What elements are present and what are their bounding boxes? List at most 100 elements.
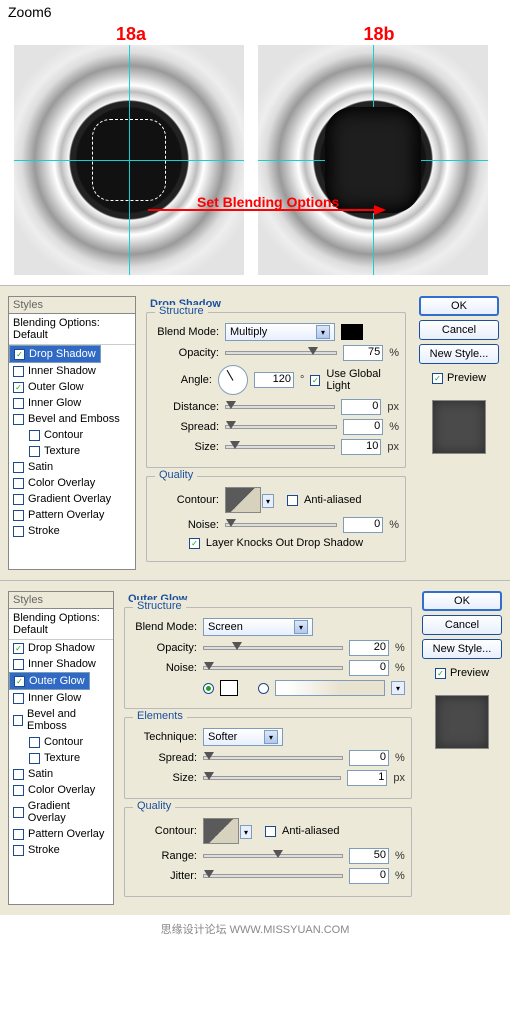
- checkbox[interactable]: ✓: [310, 375, 320, 386]
- checkbox[interactable]: [13, 526, 24, 537]
- checkbox[interactable]: [13, 478, 24, 489]
- styles-header[interactable]: Styles: [9, 297, 135, 314]
- style-item-pattern-overlay[interactable]: Pattern Overlay: [9, 826, 113, 842]
- style-item-drop-shadow[interactable]: ✓Drop Shadow: [9, 640, 113, 656]
- blend-mode-select[interactable]: Multiply▾: [225, 323, 335, 341]
- number-input[interactable]: 75: [343, 345, 383, 361]
- style-item-stroke[interactable]: Stroke: [9, 523, 135, 539]
- style-item-stroke[interactable]: Stroke: [9, 842, 113, 858]
- checkbox[interactable]: ✓: [435, 668, 446, 679]
- checkbox[interactable]: [13, 807, 24, 818]
- slider[interactable]: [225, 405, 335, 409]
- slider[interactable]: [225, 425, 337, 429]
- slider[interactable]: [203, 776, 341, 780]
- checkbox[interactable]: [29, 446, 40, 457]
- style-label: Bevel and Emboss: [28, 413, 120, 425]
- checkbox[interactable]: [13, 693, 24, 704]
- style-item-contour[interactable]: Contour: [9, 734, 113, 750]
- slider[interactable]: [203, 874, 343, 878]
- style-item-inner-glow[interactable]: Inner Glow: [9, 395, 135, 411]
- checkbox[interactable]: [13, 398, 24, 409]
- checkbox[interactable]: [13, 769, 24, 780]
- slider[interactable]: [225, 523, 337, 527]
- number-input[interactable]: 0: [341, 399, 381, 415]
- style-item-satin[interactable]: Satin: [9, 459, 135, 475]
- style-item-outer-glow[interactable]: ✓Outer Glow: [9, 379, 135, 395]
- style-item-outer-glow[interactable]: ✓Outer Glow: [9, 672, 90, 690]
- number-input[interactable]: 50: [349, 848, 389, 864]
- color-radio[interactable]: [203, 683, 214, 694]
- style-item-bevel-and-emboss[interactable]: Bevel and Emboss: [9, 411, 135, 427]
- checkbox[interactable]: [287, 495, 298, 506]
- styles-header[interactable]: Styles: [9, 592, 113, 609]
- glow-color-swatch[interactable]: [220, 680, 238, 696]
- gradient-radio[interactable]: [258, 683, 269, 694]
- blending-options-row[interactable]: Blending Options: Default: [9, 314, 135, 345]
- checkbox[interactable]: ✓: [432, 373, 443, 384]
- style-item-inner-shadow[interactable]: Inner Shadow: [9, 363, 135, 379]
- number-input[interactable]: 120: [254, 372, 294, 388]
- number-input[interactable]: 0: [343, 419, 383, 435]
- number-input[interactable]: 0: [349, 660, 389, 676]
- angle-dial[interactable]: [218, 365, 248, 395]
- style-item-texture[interactable]: Texture: [9, 443, 135, 459]
- style-item-pattern-overlay[interactable]: Pattern Overlay: [9, 507, 135, 523]
- slider[interactable]: [203, 646, 343, 650]
- number-input[interactable]: 10: [341, 439, 381, 455]
- checkbox[interactable]: [13, 785, 24, 796]
- checkbox[interactable]: ✓: [13, 643, 24, 654]
- number-input[interactable]: 0: [349, 868, 389, 884]
- gradient-picker[interactable]: [275, 680, 385, 696]
- number-input[interactable]: 20: [349, 640, 389, 656]
- slider[interactable]: [225, 445, 335, 449]
- style-item-gradient-overlay[interactable]: Gradient Overlay: [9, 798, 113, 826]
- checkbox[interactable]: [13, 510, 24, 521]
- checkbox[interactable]: [13, 659, 24, 670]
- new-style-button[interactable]: New Style...: [422, 639, 502, 659]
- style-item-inner-glow[interactable]: Inner Glow: [9, 690, 113, 706]
- style-item-inner-shadow[interactable]: Inner Shadow: [9, 656, 113, 672]
- checkbox[interactable]: [29, 430, 40, 441]
- number-input[interactable]: 0: [343, 517, 383, 533]
- checkbox[interactable]: [29, 753, 40, 764]
- style-item-bevel-and-emboss[interactable]: Bevel and Emboss: [9, 706, 113, 734]
- style-item-color-overlay[interactable]: Color Overlay: [9, 475, 135, 491]
- blending-options-row[interactable]: Blending Options: Default: [9, 609, 113, 640]
- slider[interactable]: [203, 854, 343, 858]
- checkbox[interactable]: ✓: [13, 382, 24, 393]
- checkbox[interactable]: [13, 829, 24, 840]
- cancel-button[interactable]: Cancel: [422, 615, 502, 635]
- checkbox[interactable]: ✓: [14, 349, 25, 360]
- checkbox[interactable]: [265, 826, 276, 837]
- ok-button[interactable]: OK: [422, 591, 502, 611]
- checkbox[interactable]: [13, 715, 23, 726]
- checkbox[interactable]: [29, 737, 40, 748]
- cancel-button[interactable]: Cancel: [419, 320, 499, 340]
- slider[interactable]: [203, 666, 343, 670]
- checkbox[interactable]: [13, 462, 24, 473]
- technique-select[interactable]: Softer▾: [203, 728, 283, 746]
- style-label: Color Overlay: [28, 477, 95, 489]
- style-item-satin[interactable]: Satin: [9, 766, 113, 782]
- style-item-contour[interactable]: Contour: [9, 427, 135, 443]
- slider[interactable]: [225, 351, 337, 355]
- slider[interactable]: [203, 756, 343, 760]
- style-item-drop-shadow[interactable]: ✓Drop Shadow: [9, 345, 101, 363]
- checkbox[interactable]: [13, 494, 24, 505]
- checkbox[interactable]: ✓: [14, 676, 25, 687]
- style-item-texture[interactable]: Texture: [9, 750, 113, 766]
- style-item-color-overlay[interactable]: Color Overlay: [9, 782, 113, 798]
- style-item-gradient-overlay[interactable]: Gradient Overlay: [9, 491, 135, 507]
- number-input[interactable]: 1: [347, 770, 387, 786]
- checkbox[interactable]: ✓: [189, 538, 200, 549]
- checkbox[interactable]: [13, 366, 24, 377]
- contour-picker[interactable]: ▾: [225, 487, 261, 513]
- color-swatch[interactable]: [341, 324, 363, 340]
- contour-picker[interactable]: ▾: [203, 818, 239, 844]
- blend-mode-select[interactable]: Screen▾: [203, 618, 313, 636]
- new-style-button[interactable]: New Style...: [419, 344, 499, 364]
- number-input[interactable]: 0: [349, 750, 389, 766]
- ok-button[interactable]: OK: [419, 296, 499, 316]
- checkbox[interactable]: [13, 414, 24, 425]
- checkbox[interactable]: [13, 845, 24, 856]
